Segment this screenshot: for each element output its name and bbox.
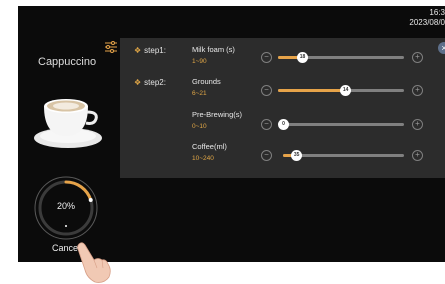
step-diamond-icon: ❖ xyxy=(134,78,142,87)
param-range: 1~90 xyxy=(192,58,207,65)
status-time: 16:3 xyxy=(429,8,445,17)
progress-percent: 20% xyxy=(56,201,75,211)
param-name: Pre-Brewing(s) xyxy=(192,110,243,119)
milk-foam-slider[interactable]: 18 xyxy=(278,52,404,63)
minus-icon[interactable]: − xyxy=(261,150,272,161)
plus-icon[interactable]: + xyxy=(412,150,423,161)
step2-heading: ❖ step2: xyxy=(134,78,166,87)
plus-icon[interactable]: + xyxy=(412,85,423,96)
minus-icon[interactable]: − xyxy=(261,119,272,130)
close-icon[interactable]: × xyxy=(438,42,445,54)
status-clock: 16:3 2023/08/0 xyxy=(409,8,445,28)
slider-knob[interactable]: 14 xyxy=(340,85,352,96)
param-name: Coffee(ml) xyxy=(192,142,227,151)
pre-brewing-slider[interactable]: 0 xyxy=(278,119,404,130)
param-range: 0~10 xyxy=(192,123,207,130)
plus-icon[interactable]: + xyxy=(412,52,423,63)
cappuccino-cup-image xyxy=(34,99,102,148)
param-name: Milk foam (s) xyxy=(192,45,235,54)
minus-icon[interactable]: − xyxy=(261,85,272,96)
param-range: 6~21 xyxy=(192,90,207,97)
slider-knob[interactable]: 35 xyxy=(291,150,303,161)
plus-icon[interactable]: + xyxy=(412,119,423,130)
machine-screen: 16:3 2023/08/0 Cappuccino 20% Cancel ❖ s… xyxy=(18,6,445,262)
step1-label: step1: xyxy=(144,46,166,55)
step1-heading: ❖ step1: xyxy=(134,46,166,55)
slider-knob[interactable]: 18 xyxy=(297,52,309,63)
grounds-slider[interactable]: 14 xyxy=(278,85,404,96)
drink-title: Cappuccino xyxy=(38,56,97,68)
settings-panel: ❖ step1: ❖ step2: Milk foam (s) 1~90 − 1… xyxy=(120,38,445,178)
status-date: 2023/08/0 xyxy=(409,18,445,27)
pointing-hand-icon xyxy=(77,242,111,283)
minus-icon[interactable]: − xyxy=(261,52,272,63)
param-name: Grounds xyxy=(192,77,221,86)
step-diamond-icon: ❖ xyxy=(134,46,142,55)
step2-label: step2: xyxy=(144,78,166,87)
slider-knob[interactable]: 0 xyxy=(278,119,289,130)
coffee-slider[interactable]: 35 xyxy=(283,150,404,161)
param-range: 10~240 xyxy=(192,155,214,162)
sliders-icon[interactable] xyxy=(104,40,118,54)
slider-fill xyxy=(278,89,346,92)
